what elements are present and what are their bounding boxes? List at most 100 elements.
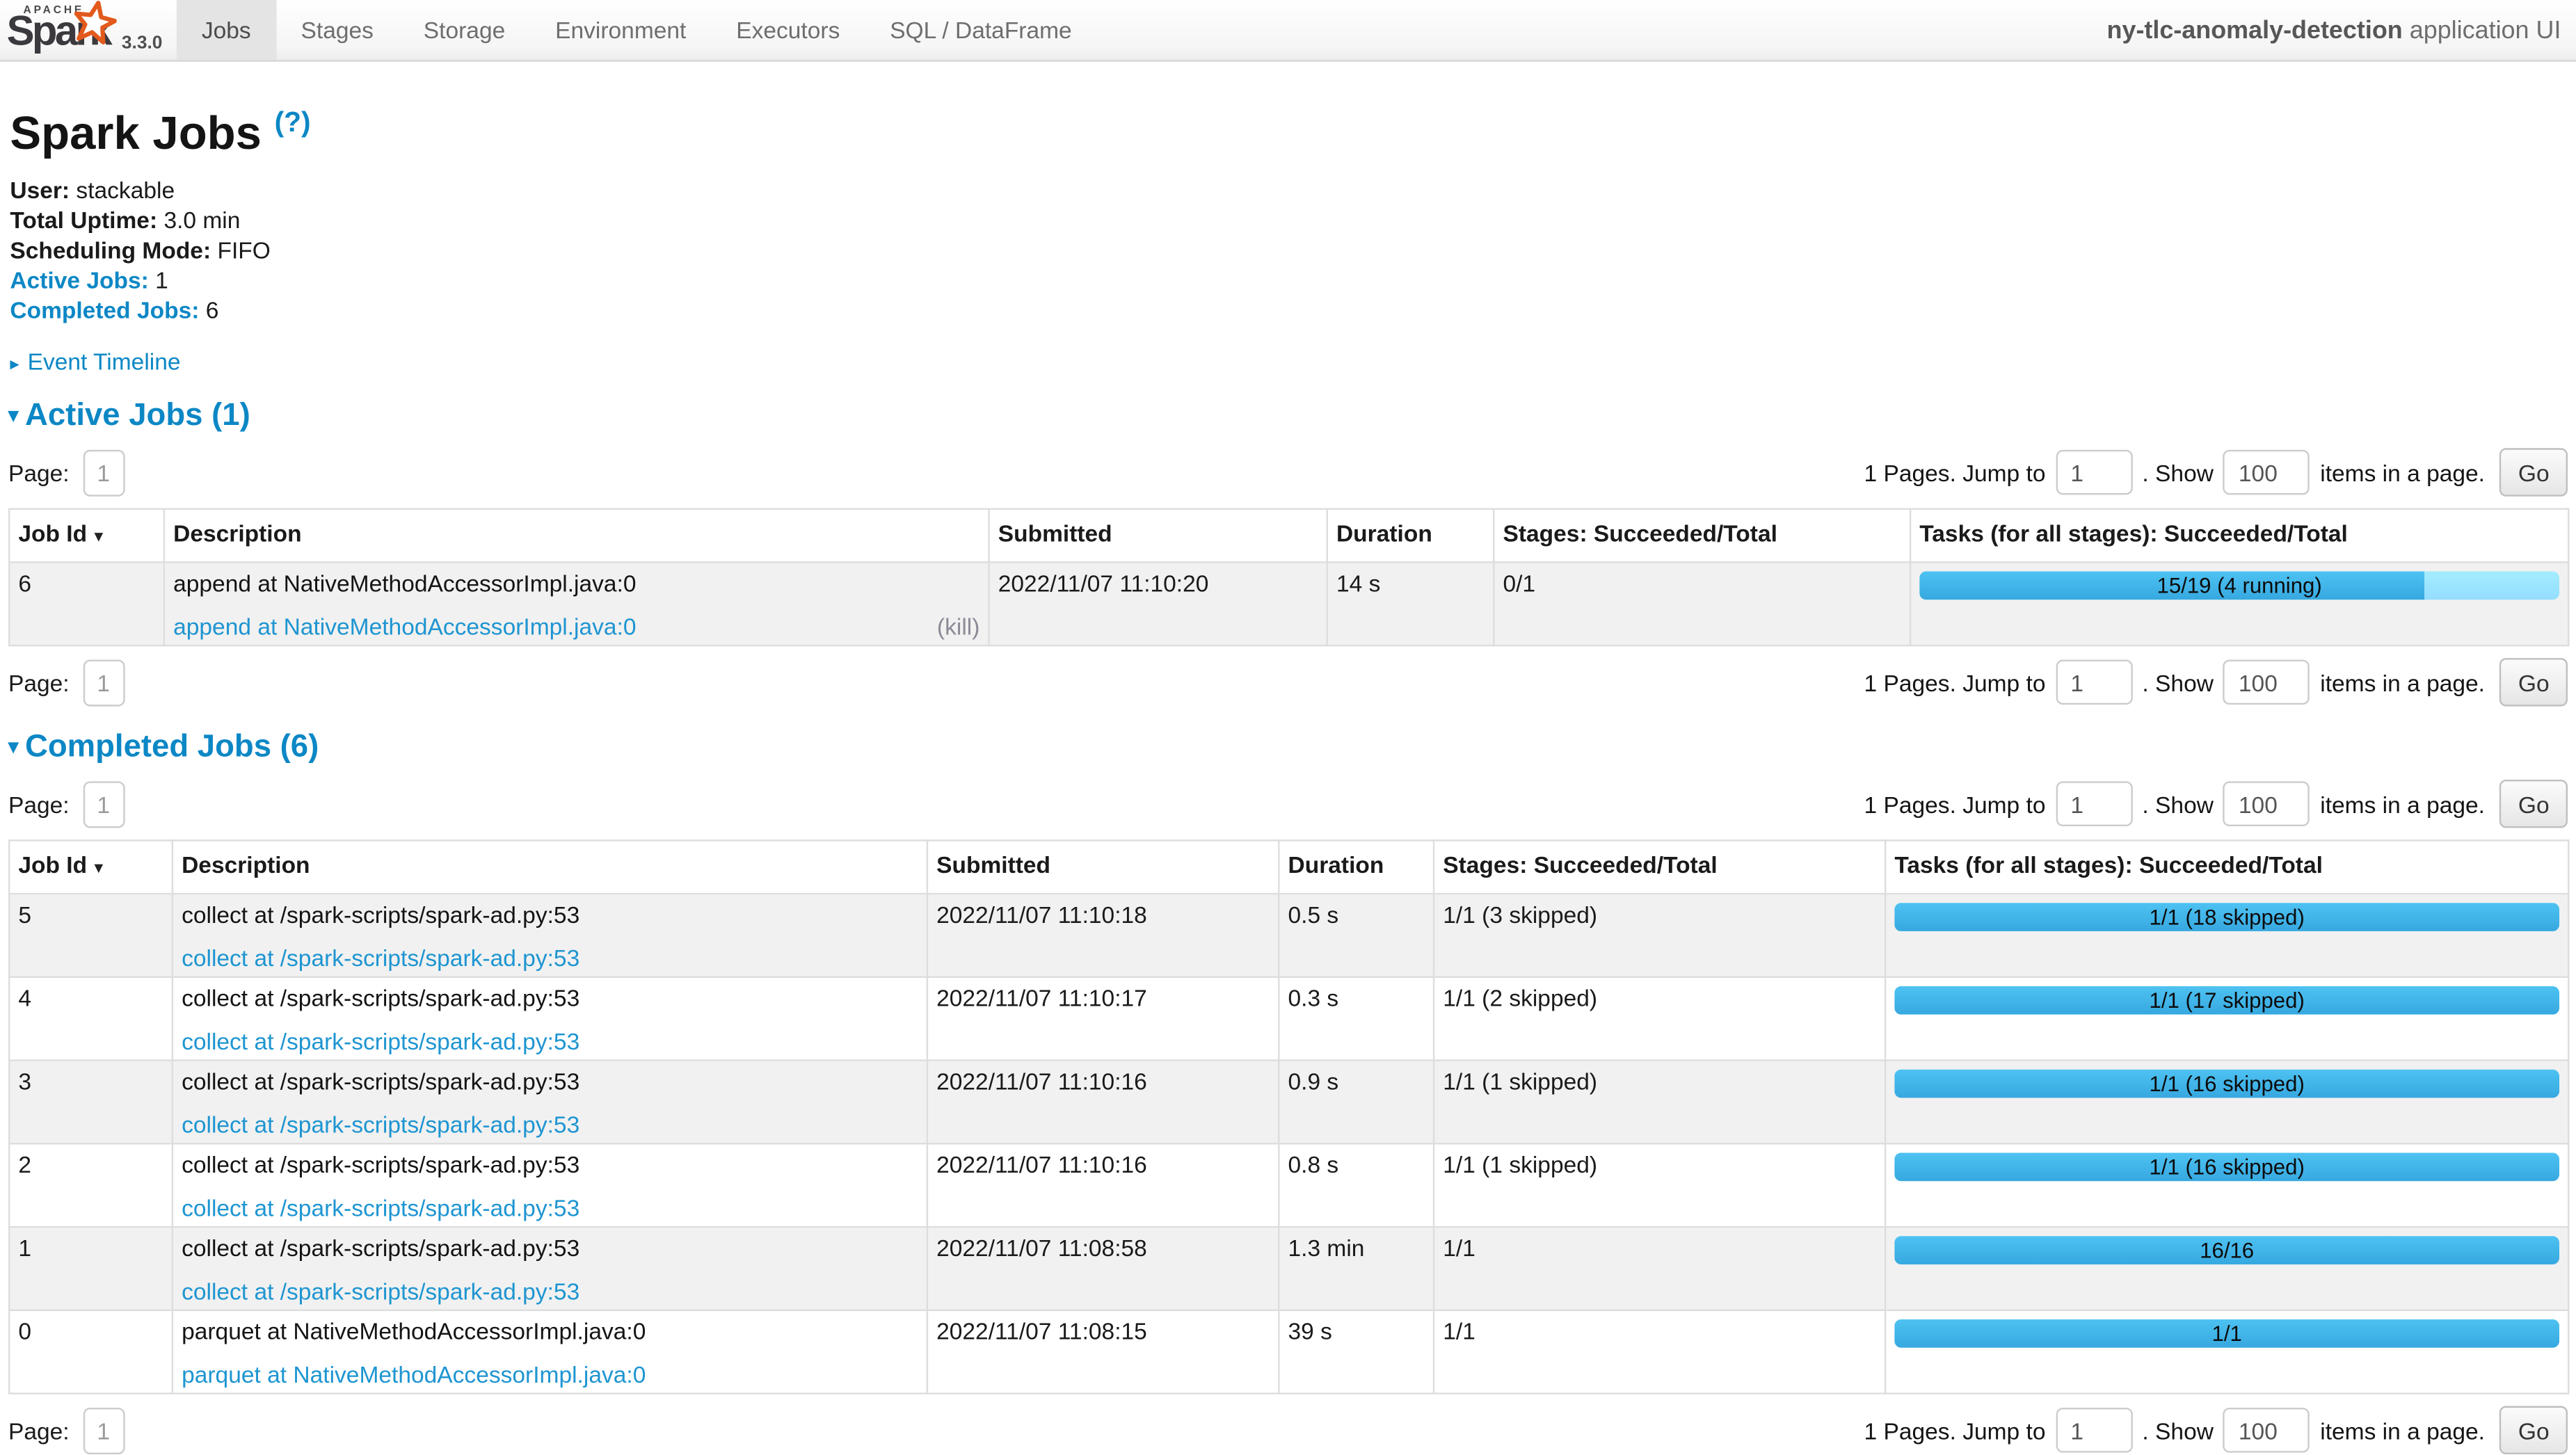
items-per-page-text: items in a page. <box>2320 460 2485 486</box>
page-number-input[interactable] <box>83 781 125 828</box>
nav-tab-sql-dataframe[interactable]: SQL / DataFrame <box>865 0 1096 60</box>
show-text: . Show <box>2142 669 2214 696</box>
nav-tab-environment[interactable]: Environment <box>530 0 711 60</box>
nav-tab-stages[interactable]: Stages <box>276 0 399 60</box>
column-header-tasks-for-all-stages-succeeded-total[interactable]: Tasks (for all stages): Succeeded/Total <box>1885 841 2568 894</box>
show-text: . Show <box>2142 791 2214 817</box>
page-number-input[interactable] <box>83 659 125 706</box>
job-row: 5 collect at /spark-scripts/spark-ad.py:… <box>9 894 2568 978</box>
jump-to-input[interactable] <box>2056 450 2132 495</box>
go-button[interactable]: Go <box>2500 449 2568 497</box>
nav-tab-storage[interactable]: Storage <box>399 0 530 60</box>
pager-row: Page: 1 Pages. Jump to . Show items in a… <box>8 1406 2568 1454</box>
summary-user: User: stackable <box>10 175 2568 205</box>
event-timeline-link[interactable]: Event Timeline <box>28 348 181 375</box>
tasks-progress-label: 1/1 <box>1894 1320 2559 1349</box>
column-header-submitted[interactable]: Submitted <box>927 841 1279 894</box>
page-label: Page: <box>8 1417 70 1444</box>
help-link[interactable]: (?) <box>275 106 311 138</box>
stages-cell: 1/1 (2 skipped) <box>1434 978 1885 1061</box>
submitted-cell: 2022/11/07 11:10:16 <box>927 1061 1279 1144</box>
collapse-arrow-icon: ▸ <box>10 355 19 376</box>
tasks-progress-bar: 1/1 <box>1894 1320 2559 1349</box>
tasks-progress-bar: 16/16 <box>1894 1237 2559 1265</box>
job-id-cell: 5 <box>9 894 173 978</box>
page-number-input[interactable] <box>83 449 125 496</box>
spark-logo: APACHE Spark 3.3.0 <box>0 0 170 60</box>
job-description-link[interactable]: collect at /spark-scripts/spark-ad.py:53 <box>182 1278 579 1305</box>
active-jobs-heading[interactable]: ▾Active Jobs (1) <box>8 399 2568 437</box>
job-description: parquet at NativeMethodAccessorImpl.java… <box>182 1318 918 1344</box>
job-description-link[interactable]: parquet at NativeMethodAccessorImpl.java… <box>182 1362 646 1388</box>
application-name: ny-tlc-anomaly-detection <box>2107 16 2403 45</box>
column-header-duration[interactable]: Duration <box>1279 841 1434 894</box>
duration-cell: 1.3 min <box>1279 1228 1434 1311</box>
nav-tabs: JobsStagesStorageEnvironmentExecutorsSQL… <box>177 0 1097 60</box>
page-label: Page: <box>8 669 70 696</box>
jump-to-input[interactable] <box>2056 782 2132 827</box>
page-title: Spark Jobs (?) <box>10 97 2568 159</box>
job-description-link[interactable]: collect at /spark-scripts/spark-ad.py:53 <box>182 1195 579 1221</box>
pages-jump-text: 1 Pages. Jump to <box>1864 669 2046 696</box>
go-button[interactable]: Go <box>2500 659 2568 707</box>
completed-jobs-link[interactable]: Completed Jobs: <box>10 297 199 323</box>
completed-jobs-heading[interactable]: ▾Completed Jobs (6) <box>8 730 2568 769</box>
show-count-input[interactable] <box>2223 450 2310 495</box>
job-description: collect at /spark-scripts/spark-ad.py:53 <box>182 1152 918 1178</box>
job-summary-list: User: stackable Total Uptime: 3.0 min Sc… <box>10 175 2568 325</box>
summary-uptime: Total Uptime: 3.0 min <box>10 205 2568 235</box>
table-header-row: Job Id ▼DescriptionSubmittedDurationStag… <box>9 510 2568 563</box>
page-label: Page: <box>8 460 70 486</box>
sort-desc-icon: ▼ <box>87 529 106 545</box>
job-description-link[interactable]: collect at /spark-scripts/spark-ad.py:53 <box>182 1029 579 1055</box>
tasks-progress-bar: 1/1 (16 skipped) <box>1894 1070 2559 1099</box>
job-description-link[interactable]: append at NativeMethodAccessorImpl.java:… <box>173 613 636 640</box>
pages-jump-text: 1 Pages. Jump to <box>1864 460 2046 486</box>
jump-to-input[interactable] <box>2056 1408 2132 1454</box>
kill-link[interactable]: (kill) <box>937 613 979 640</box>
column-header-submitted[interactable]: Submitted <box>989 510 1327 563</box>
show-count-input[interactable] <box>2223 782 2310 827</box>
duration-cell: 0.8 s <box>1279 1144 1434 1228</box>
nav-tab-jobs[interactable]: Jobs <box>177 0 276 60</box>
column-header-job-id[interactable]: Job Id ▼ <box>9 510 164 563</box>
job-description-link[interactable]: collect at /spark-scripts/spark-ad.py:53 <box>182 945 579 972</box>
pager-row: Page: 1 Pages. Jump to . Show items in a… <box>8 780 2568 828</box>
show-count-input[interactable] <box>2223 660 2310 705</box>
submitted-cell: 2022/11/07 11:10:17 <box>927 978 1279 1061</box>
duration-cell: 0.3 s <box>1279 978 1434 1061</box>
column-header-description[interactable]: Description <box>173 841 927 894</box>
column-header-stages-succeeded-total[interactable]: Stages: Succeeded/Total <box>1434 841 1885 894</box>
submitted-cell: 2022/11/07 11:08:15 <box>927 1311 1279 1394</box>
show-text: . Show <box>2142 460 2214 486</box>
tasks-progress-label: 16/16 <box>1894 1237 2559 1265</box>
job-row: 2 collect at /spark-scripts/spark-ad.py:… <box>9 1144 2568 1228</box>
job-id-cell: 3 <box>9 1061 173 1144</box>
column-header-tasks-for-all-stages-succeeded-total[interactable]: Tasks (for all stages): Succeeded/Total <box>1910 510 2568 563</box>
submitted-cell: 2022/11/07 11:10:18 <box>927 894 1279 978</box>
column-header-stages-succeeded-total[interactable]: Stages: Succeeded/Total <box>1494 510 1910 563</box>
column-header-description[interactable]: Description <box>164 510 989 563</box>
page-number-input[interactable] <box>83 1408 125 1454</box>
stages-cell: 1/1 (3 skipped) <box>1434 894 1885 978</box>
job-id-cell: 6 <box>9 563 164 646</box>
tasks-progress-label: 1/1 (16 skipped) <box>1894 1153 2559 1182</box>
show-count-input[interactable] <box>2223 1408 2310 1454</box>
nav-tab-executors[interactable]: Executors <box>711 0 865 60</box>
jump-to-input[interactable] <box>2056 660 2132 705</box>
job-description: collect at /spark-scripts/spark-ad.py:53 <box>182 1235 918 1262</box>
job-row: 0 parquet at NativeMethodAccessorImpl.ja… <box>9 1311 2568 1394</box>
go-button[interactable]: Go <box>2500 780 2568 828</box>
active-jobs-table: Job Id ▼DescriptionSubmittedDurationStag… <box>8 508 2569 647</box>
go-button[interactable]: Go <box>2500 1406 2568 1454</box>
job-description-link[interactable]: collect at /spark-scripts/spark-ad.py:53 <box>182 1111 579 1138</box>
tasks-progress-label: 15/19 (4 running) <box>1919 572 2559 600</box>
active-jobs-link[interactable]: Active Jobs: <box>10 267 148 294</box>
submitted-cell: 2022/11/07 11:08:58 <box>927 1228 1279 1311</box>
column-header-duration[interactable]: Duration <box>1327 510 1494 563</box>
event-timeline-toggle[interactable]: ▸ Event Timeline <box>10 348 2568 375</box>
column-header-job-id[interactable]: Job Id ▼ <box>9 841 173 894</box>
tasks-progress-bar: 1/1 (17 skipped) <box>1894 987 2559 1015</box>
pages-jump-text: 1 Pages. Jump to <box>1864 1417 2046 1444</box>
job-description: collect at /spark-scripts/spark-ad.py:53 <box>182 1068 918 1095</box>
